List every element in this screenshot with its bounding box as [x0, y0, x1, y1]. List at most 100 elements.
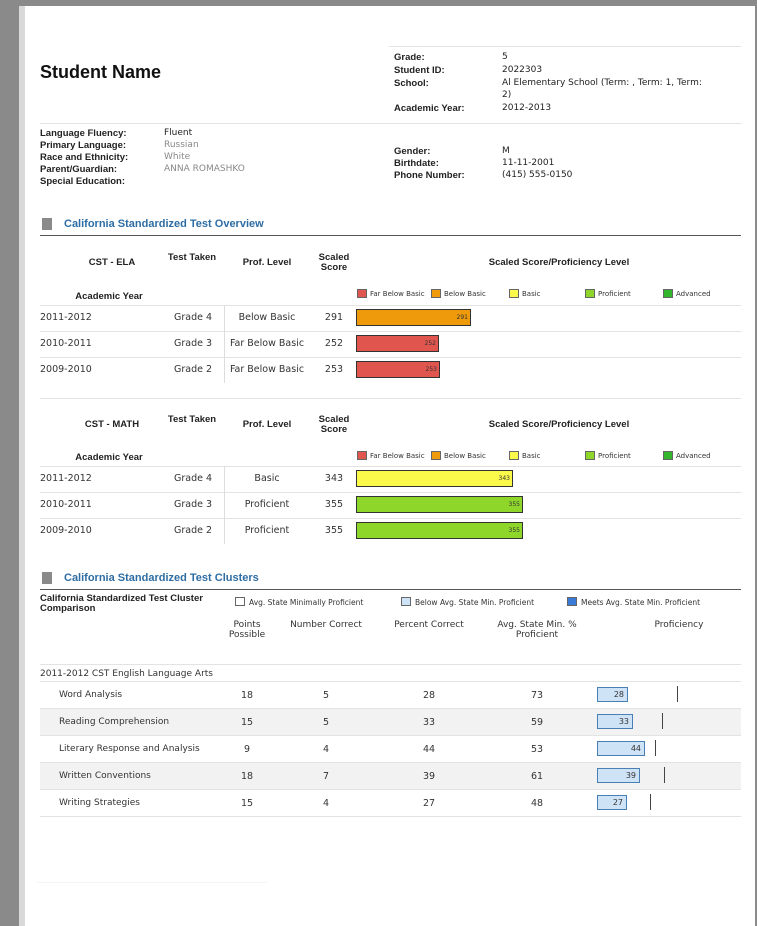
race-value: White [164, 152, 191, 162]
ela-row-divider [40, 331, 741, 332]
math-legend-swatch [663, 451, 673, 460]
student-id-label: Student ID: [394, 65, 445, 76]
math-col-test-taken: Test Taken [167, 414, 217, 425]
cluster-state-min-marker [655, 740, 656, 756]
ela-row-score: 291 [324, 312, 344, 323]
cluster-row-state: 59 [530, 717, 544, 728]
ela-row-level: Far Below Basic [229, 338, 305, 349]
math-col-chart: Scaled Score/Proficiency Level [488, 419, 630, 430]
ela-row-score: 252 [324, 338, 344, 349]
ela-legend-label: Proficient [598, 290, 631, 298]
cluster-proficiency-bar: 27 [597, 795, 627, 810]
primary-language-value: Russian [164, 140, 199, 150]
ela-col-test-taken: Test Taken [167, 252, 217, 263]
cluster-row-percent: 28 [422, 690, 436, 701]
parent-label: Parent/Guardian: [40, 164, 118, 175]
academic-year-label: Academic Year: [394, 103, 465, 114]
birthdate-value: 11-11-2001 [502, 158, 555, 168]
phone-value: (415) 555-0150 [502, 170, 573, 180]
ela-row-year: 2011-2012 [40, 312, 92, 323]
overview-title: California Standardized Test Overview [64, 218, 264, 230]
ela-legend-swatch [509, 289, 519, 298]
ela-row-divider [40, 357, 741, 358]
col-number-correct: Number Correct [290, 620, 362, 630]
col-percent-correct: Percent Correct [394, 620, 464, 630]
cluster-row-divider [40, 789, 741, 790]
math-row-grade: Grade 2 [173, 525, 213, 536]
cluster-row-state: 61 [530, 771, 544, 782]
math-row-score: 355 [324, 525, 344, 536]
ela-row-level: Below Basic [238, 312, 296, 323]
cluster-row-points: 15 [240, 798, 254, 809]
cluster-row-points: 18 [240, 690, 254, 701]
ela-legend-swatch [585, 289, 595, 298]
student-id-value: 2022303 [502, 65, 543, 75]
math-row-level: Proficient [244, 525, 290, 536]
cluster-legend-swatch [567, 597, 577, 606]
math-legend-swatch [357, 451, 367, 460]
cluster-state-min-marker [664, 767, 665, 783]
cluster-row-percent: 44 [422, 744, 436, 755]
fluency-label: Language Fluency: [40, 128, 127, 139]
math-col-scaled-score: Scaled Score [318, 414, 350, 435]
cluster-legend-label: Avg. State Minimally Proficient [249, 598, 364, 607]
math-title: CST - MATH [84, 419, 140, 430]
cluster-state-min-marker [662, 713, 663, 729]
math-legend-label: Basic [522, 452, 541, 460]
cluster-proficiency-bar: 28 [597, 687, 628, 702]
cluster-legend-swatch [401, 597, 411, 606]
math-row-level: Proficient [244, 499, 290, 510]
primary-language-label: Primary Language: [40, 140, 127, 151]
gender-value: M [502, 146, 510, 156]
math-row-score: 355 [324, 499, 344, 510]
math-row-level: Basic [254, 473, 280, 484]
math-row-year: 2010-2011 [40, 499, 92, 510]
ela-col-prof-level: Prof. Level [242, 257, 292, 268]
math-legend-swatch [431, 451, 441, 460]
ela-legend-swatch [357, 289, 367, 298]
ela-legend-swatch [431, 289, 441, 298]
section-divider [40, 589, 741, 590]
divider [389, 46, 741, 47]
cluster-row-name: Word Analysis [59, 690, 123, 700]
math-legend-label: Proficient [598, 452, 631, 460]
ela-legend-label: Advanced [676, 290, 711, 298]
school-label: School: [394, 78, 429, 89]
ela-col-scaled-score: Scaled Score [318, 252, 350, 273]
clusters-title: California Standardized Test Clusters [64, 572, 259, 584]
ela-row-level: Far Below Basic [229, 364, 305, 375]
divider [40, 398, 741, 399]
cluster-row-state: 53 [530, 744, 544, 755]
cluster-state-min-marker [650, 794, 651, 810]
ela-row-grade: Grade 3 [173, 338, 213, 349]
ela-legend-label: Far Below Basic [370, 290, 425, 298]
page-margin-shading [19, 6, 25, 926]
cluster-comparison-label: California Standardized Test Cluster Com… [40, 593, 203, 614]
cluster-row-divider [40, 735, 741, 736]
cluster-row-name: Writing Strategies [59, 798, 140, 808]
math-row-grade: Grade 3 [173, 499, 213, 510]
divider [40, 664, 741, 665]
col-state-min-proficient: Avg. State Min. % Proficient [497, 620, 577, 640]
cluster-row-correct: 4 [322, 744, 330, 755]
cluster-row-correct: 7 [322, 771, 330, 782]
math-row-divider [40, 492, 741, 493]
cluster-row-divider [40, 816, 741, 817]
academic-year-value: 2012-2013 [502, 103, 552, 113]
cluster-state-min-marker [677, 686, 678, 702]
cluster-legend-label: Below Avg. State Min. Proficient [415, 598, 535, 607]
math-row-year: 2011-2012 [40, 473, 92, 484]
cluster-proficiency-bar: 44 [597, 741, 645, 756]
ela-row-divider [40, 305, 741, 306]
ela-score-bar: 291 [356, 309, 471, 326]
math-row-score: 343 [324, 473, 344, 484]
cluster-row-percent: 27 [422, 798, 436, 809]
cluster-row-points: 9 [243, 744, 251, 755]
cluster-row-state: 73 [530, 690, 544, 701]
math-score-bar: 343 [356, 470, 513, 487]
math-legend-swatch [585, 451, 595, 460]
math-legend-label: Below Basic [444, 452, 486, 460]
cluster-proficiency-bar: 39 [597, 768, 640, 783]
math-legend-label: Far Below Basic [370, 452, 425, 460]
section-divider [40, 235, 741, 236]
